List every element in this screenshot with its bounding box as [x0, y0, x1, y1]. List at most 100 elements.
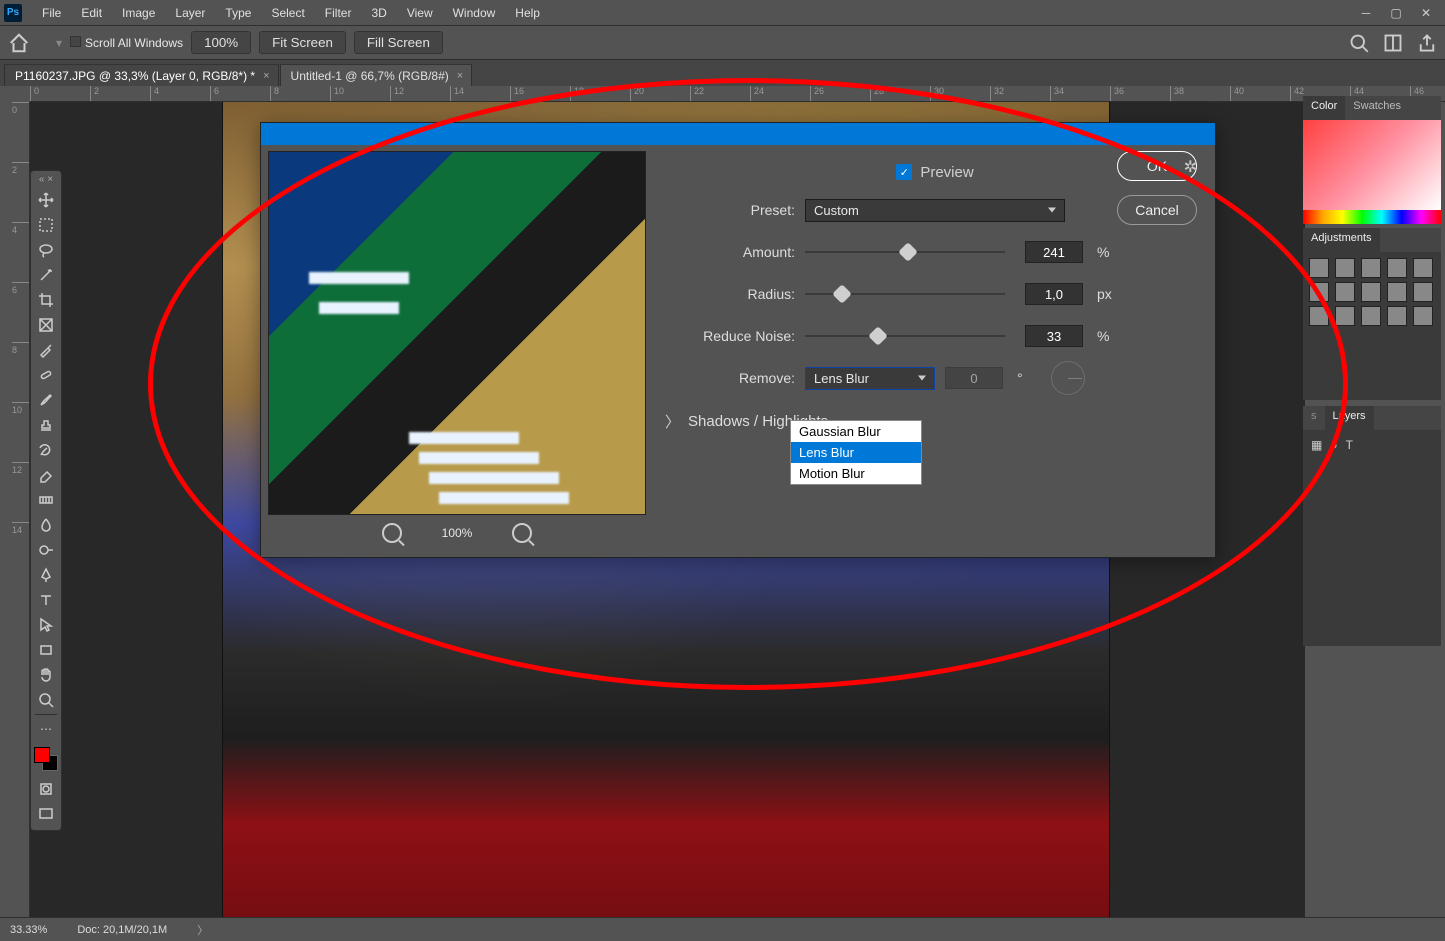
- magic-wand-tool[interactable]: [32, 263, 60, 287]
- amount-input[interactable]: 241: [1025, 241, 1083, 263]
- adj-icon[interactable]: [1387, 282, 1407, 302]
- gear-icon[interactable]: ✲: [1184, 157, 1197, 177]
- zoom-in-icon[interactable]: [512, 523, 532, 543]
- document-tab-1[interactable]: P1160237.JPG @ 33,3% (Layer 0, RGB/8*) *…: [4, 64, 279, 86]
- ruler-vertical[interactable]: 02468101214: [12, 102, 30, 917]
- swatches-tab[interactable]: Swatches: [1345, 96, 1409, 120]
- adj-icon[interactable]: [1413, 258, 1433, 278]
- pen-tool[interactable]: [32, 563, 60, 587]
- adj-icon[interactable]: [1361, 282, 1381, 302]
- adj-icon[interactable]: [1413, 282, 1433, 302]
- menu-view[interactable]: View: [397, 3, 443, 23]
- share-icon[interactable]: [1417, 33, 1437, 53]
- dropdown-option-lens[interactable]: Lens Blur: [791, 442, 921, 463]
- lasso-tool[interactable]: [32, 238, 60, 262]
- color-tab[interactable]: Color: [1303, 96, 1345, 120]
- chevron-right-icon[interactable]: 〉: [665, 411, 680, 432]
- document-tab-2[interactable]: Untitled-1 @ 66,7% (RGB/8#)×: [280, 64, 473, 86]
- brush-tool[interactable]: [32, 388, 60, 412]
- dodge-tool[interactable]: [32, 538, 60, 562]
- remove-select[interactable]: Lens Blur: [805, 367, 935, 390]
- scroll-all-windows-checkbox[interactable]: Scroll All Windows: [70, 36, 183, 50]
- adj-icon[interactable]: [1361, 306, 1381, 326]
- eyedropper-tool[interactable]: [32, 338, 60, 362]
- adj-icon[interactable]: [1335, 306, 1355, 326]
- search-icon[interactable]: [1349, 33, 1369, 53]
- blur-tool[interactable]: [32, 513, 60, 537]
- menu-edit[interactable]: Edit: [71, 3, 112, 23]
- menu-window[interactable]: Window: [443, 3, 506, 23]
- type-tool[interactable]: [32, 588, 60, 612]
- status-zoom[interactable]: 33.33%: [10, 924, 47, 936]
- foreground-color[interactable]: [34, 747, 50, 763]
- zoom-level-select[interactable]: 100%: [191, 31, 251, 54]
- dropdown-option-motion[interactable]: Motion Blur: [791, 463, 921, 484]
- ruler-horizontal[interactable]: 0246810121416182022242628303234363840424…: [30, 86, 1445, 102]
- hue-spectrum[interactable]: [1303, 210, 1441, 224]
- reduce-noise-slider[interactable]: [805, 335, 1005, 337]
- filter-pixel-icon[interactable]: ▦: [1311, 438, 1322, 452]
- color-ramp[interactable]: [1303, 120, 1441, 210]
- chevron-right-icon[interactable]: 〉: [197, 922, 208, 938]
- adj-icon[interactable]: [1387, 306, 1407, 326]
- adj-icon[interactable]: [1309, 258, 1329, 278]
- angle-dial[interactable]: [1051, 361, 1085, 395]
- dropdown-option-gaussian[interactable]: Gaussian Blur: [791, 421, 921, 442]
- adj-icon[interactable]: [1309, 282, 1329, 302]
- status-docinfo[interactable]: Doc: 20,1M/20,1M: [77, 924, 167, 936]
- adj-icon[interactable]: [1387, 258, 1407, 278]
- preview-checkbox[interactable]: ✓: [896, 164, 912, 180]
- adj-icon[interactable]: [1361, 258, 1381, 278]
- adj-icon[interactable]: [1309, 306, 1329, 326]
- fill-screen-button[interactable]: Fill Screen: [354, 31, 443, 54]
- adj-icon[interactable]: [1335, 282, 1355, 302]
- adjustments-tab[interactable]: Adjustments: [1303, 228, 1380, 252]
- menu-file[interactable]: File: [32, 3, 71, 23]
- menu-help[interactable]: Help: [505, 3, 550, 23]
- radius-slider[interactable]: [805, 293, 1005, 295]
- close-icon[interactable]: ×: [457, 70, 463, 82]
- fit-screen-button[interactable]: Fit Screen: [259, 31, 346, 54]
- menu-3d[interactable]: 3D: [361, 3, 396, 23]
- dialog-titlebar[interactable]: [261, 123, 1215, 145]
- close-button[interactable]: ✕: [1411, 3, 1441, 23]
- layers-tab[interactable]: Layers: [1325, 406, 1374, 430]
- maximize-button[interactable]: ▢: [1381, 3, 1411, 23]
- menu-filter[interactable]: Filter: [315, 3, 362, 23]
- preset-select[interactable]: Custom: [805, 199, 1065, 222]
- edit-toolbar[interactable]: ⋯: [32, 717, 60, 741]
- home-icon[interactable]: [8, 32, 30, 54]
- path-select-tool[interactable]: [32, 613, 60, 637]
- healing-tool[interactable]: [32, 363, 60, 387]
- workspace-icon[interactable]: [1383, 33, 1403, 53]
- channels-tab[interactable]: s: [1303, 406, 1325, 430]
- filter-adjust-icon[interactable]: ◑: [1330, 438, 1337, 452]
- menu-image[interactable]: Image: [112, 3, 165, 23]
- hand-tool[interactable]: [32, 663, 60, 687]
- gradient-tool[interactable]: [32, 488, 60, 512]
- amount-slider[interactable]: [805, 251, 1005, 253]
- eraser-tool[interactable]: [32, 463, 60, 487]
- close-icon[interactable]: ×: [263, 70, 269, 82]
- adj-icon[interactable]: [1335, 258, 1355, 278]
- reduce-noise-input[interactable]: 33: [1025, 325, 1083, 347]
- menu-type[interactable]: Type: [215, 3, 261, 23]
- color-swatches[interactable]: [32, 745, 60, 773]
- history-brush-tool[interactable]: [32, 438, 60, 462]
- filter-type-icon[interactable]: T: [1346, 438, 1353, 452]
- frame-tool[interactable]: [32, 313, 60, 337]
- stamp-tool[interactable]: [32, 413, 60, 437]
- quick-mask-tool[interactable]: [32, 777, 60, 801]
- dialog-preview-image[interactable]: [268, 151, 646, 515]
- minimize-button[interactable]: ─: [1351, 3, 1381, 23]
- menu-layer[interactable]: Layer: [165, 3, 215, 23]
- cancel-button[interactable]: Cancel: [1117, 195, 1197, 225]
- move-tool[interactable]: [32, 188, 60, 212]
- adj-icon[interactable]: [1413, 306, 1433, 326]
- screen-mode-tool[interactable]: [32, 802, 60, 826]
- zoom-tool[interactable]: [32, 688, 60, 712]
- crop-tool[interactable]: [32, 288, 60, 312]
- radius-input[interactable]: 1,0: [1025, 283, 1083, 305]
- marquee-tool[interactable]: [32, 213, 60, 237]
- zoom-out-icon[interactable]: [382, 523, 402, 543]
